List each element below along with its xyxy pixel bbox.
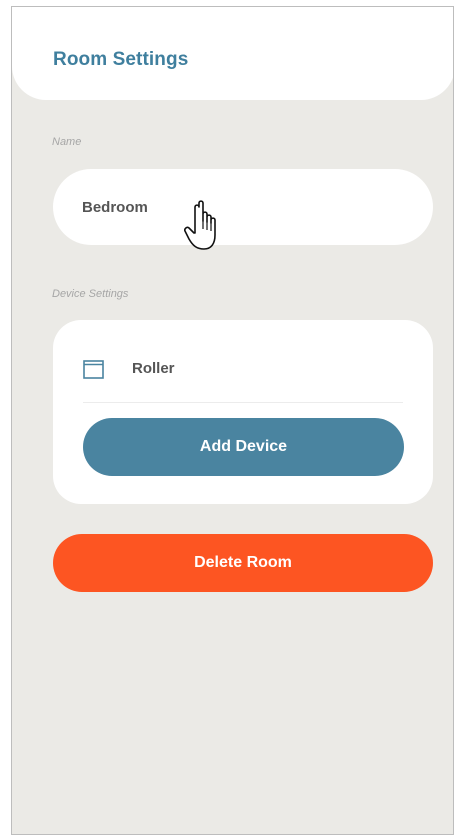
page-title: Room Settings — [53, 49, 189, 70]
name-section-label: Name — [52, 136, 82, 148]
roller-blind-icon — [83, 360, 104, 379]
device-settings-label: Device Settings — [52, 288, 129, 300]
room-name-input[interactable] — [53, 169, 433, 245]
device-name: Roller — [132, 360, 175, 377]
delete-room-button[interactable]: Delete Room — [53, 534, 433, 592]
hand-cursor-icon — [184, 200, 216, 250]
header: Room Settings — [12, 7, 453, 100]
device-card: Roller Add Device — [53, 320, 433, 504]
divider — [83, 402, 403, 403]
phone-screen: Room Settings Name Device Settings Rolle… — [11, 6, 454, 835]
device-row-roller[interactable]: Roller — [53, 320, 433, 410]
add-device-button[interactable]: Add Device — [83, 418, 404, 476]
